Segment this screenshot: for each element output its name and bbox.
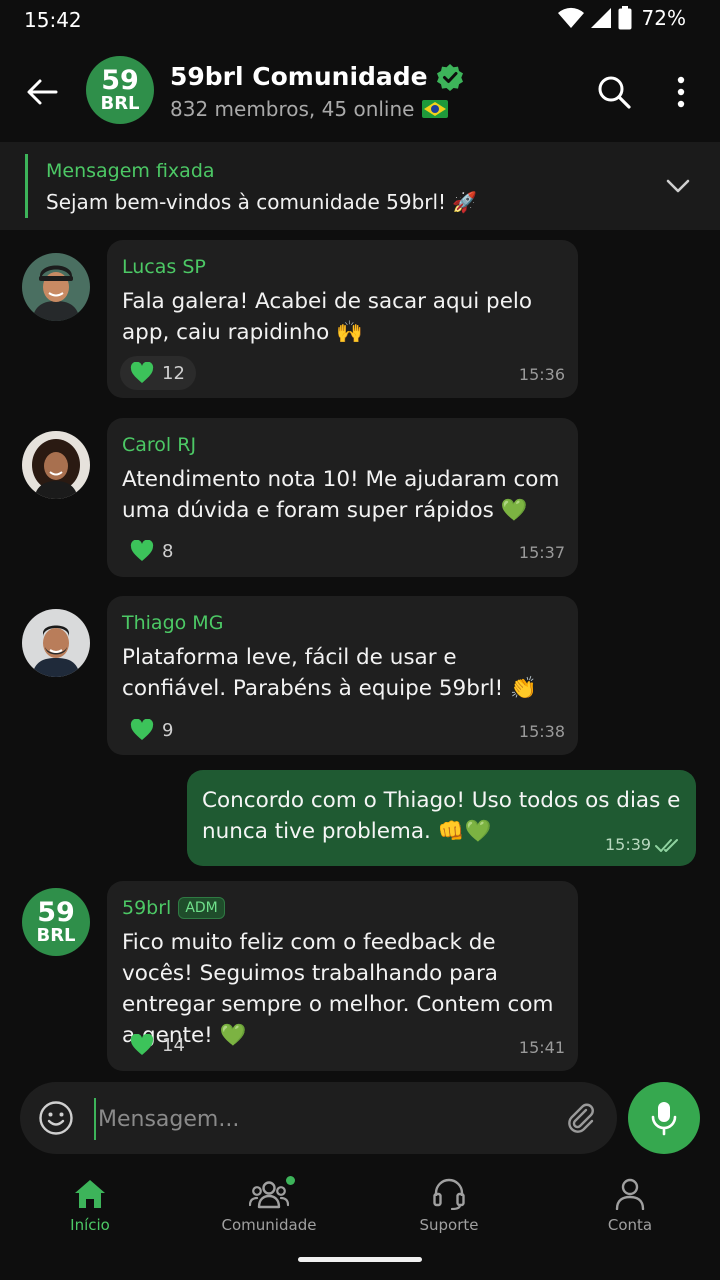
avatar-59brl[interactable]: 59 BRL [22,888,90,956]
message-text: Fala galera! Acabei de sacar aqui pelo a… [122,289,533,345]
message-text: Atendimento nota 10! Me ajudaram com uma… [122,467,560,523]
verified-badge-icon [436,63,463,91]
reaction-chip[interactable]: 14 [120,1028,196,1062]
microphone-button[interactable] [628,1082,700,1154]
bottom-navigation: Início Comunidade Suporte Conta [0,1168,720,1280]
wifi-icon [557,7,584,28]
reaction-chip[interactable]: 12 [120,356,196,390]
reaction-count: 12 [162,362,185,384]
group-avatar[interactable]: 59 BRL [86,56,154,124]
status-icons: 72% [557,6,686,30]
message-time: 15:38 [518,722,565,741]
message-text: Plataforma leve, fácil de usar e confiáv… [122,645,537,701]
microphone-icon [651,1102,677,1136]
message-input[interactable] [94,1098,550,1140]
nav-label: Conta [607,1216,653,1234]
paperclip-icon[interactable] [563,1100,599,1136]
pinned-message[interactable]: Mensagem fixada Sejam bem-vindos à comun… [0,142,720,230]
status-time: 15:42 [24,8,82,32]
admin-badge: ADM [178,897,225,919]
nav-item-suporte[interactable]: Suporte [379,1178,519,1248]
green-heart-icon [130,719,154,740]
chevron-down-icon[interactable] [664,174,692,198]
group-title: 59brl Comunidade [170,62,428,91]
double-check-icon [655,839,678,852]
message-bubble[interactable]: Carol RJ Atendimento nota 10! Me ajudara… [107,418,578,577]
outgoing-message-time: 15:39 [605,835,652,854]
sender-row: 59brl ADM [122,897,225,919]
sender-name: Lucas SP [122,256,206,278]
status-bar: 15:42 72% [0,0,720,42]
signal-icon [590,8,611,28]
message-time: 15:41 [518,1038,565,1057]
battery-percent: 72% [641,6,686,30]
nav-label: Comunidade [221,1216,317,1234]
sender-name: Carol RJ [122,434,197,456]
notification-dot [286,1176,295,1185]
avatar-carol[interactable] [22,431,90,499]
search-icon [598,76,631,109]
outgoing-message-bubble[interactable]: Concordo com o Thiago! Uso todos os dias… [187,770,696,866]
chat-header: 59 BRL 59brl Comunidade 832 membros, 45 … [0,42,720,140]
back-button[interactable] [24,74,64,110]
pinned-accent-bar [25,154,28,218]
message-composer [20,1082,617,1154]
message-time: 15:37 [518,543,565,562]
sender-name: 59brl [122,897,172,919]
group-avatar-line1: 59 [101,65,139,96]
user-photo-icon [22,253,90,321]
battery-icon [618,6,632,30]
more-vertical-icon [677,76,685,108]
green-heart-icon [130,540,154,561]
group-subtitle: 832 membros, 45 online [170,97,415,121]
reaction-count: 8 [162,540,174,562]
community-icon [249,1181,289,1209]
user-photo-icon [22,609,90,677]
message-time: 15:36 [518,365,565,384]
search-button[interactable] [596,74,632,110]
green-heart-icon [130,362,154,383]
nav-label: Suporte [419,1216,479,1234]
pinned-title: Mensagem fixada [46,160,215,182]
emoji-icon[interactable] [38,1100,74,1136]
group-title-row[interactable]: 59brl Comunidade [170,62,464,91]
home-icon [75,1180,105,1208]
admin-avatar-line1: 59 [37,897,75,928]
group-subtitle-row: 832 membros, 45 online [170,97,449,121]
nav-item-conta[interactable]: Conta [560,1178,700,1248]
avatar-lucas[interactable] [22,253,90,321]
avatar-thiago[interactable] [22,609,90,677]
sender-name: Thiago MG [122,612,224,634]
reaction-count: 14 [162,1034,185,1056]
arrow-left-icon [27,79,58,105]
reaction-chip[interactable]: 9 [120,713,184,747]
pinned-text: Sejam bem-vindos à comunidade 59brl! 🚀 [46,190,478,214]
nav-item-comunidade[interactable]: Comunidade [199,1176,339,1248]
more-options-button[interactable] [668,74,694,110]
user-icon [615,1178,645,1210]
message-bubble[interactable]: Thiago MG Plataforma leve, fácil de usar… [107,596,578,755]
green-heart-icon [130,1034,154,1055]
admin-avatar-line2: BRL [36,925,76,946]
nav-label: Início [70,1216,110,1234]
headset-icon [433,1178,465,1210]
message-bubble[interactable]: 59brl ADM Fico muito feliz com o feedbac… [107,881,578,1071]
home-indicator [298,1257,422,1262]
group-avatar-line2: BRL [100,93,140,114]
reaction-chip[interactable]: 8 [120,534,184,568]
brazil-flag-icon [422,100,449,118]
nav-item-inicio[interactable]: Início [20,1178,160,1248]
user-photo-icon [22,431,90,499]
message-bubble[interactable]: Lucas SP Fala galera! Acabei de sacar aq… [107,240,578,398]
reaction-count: 9 [162,719,174,741]
